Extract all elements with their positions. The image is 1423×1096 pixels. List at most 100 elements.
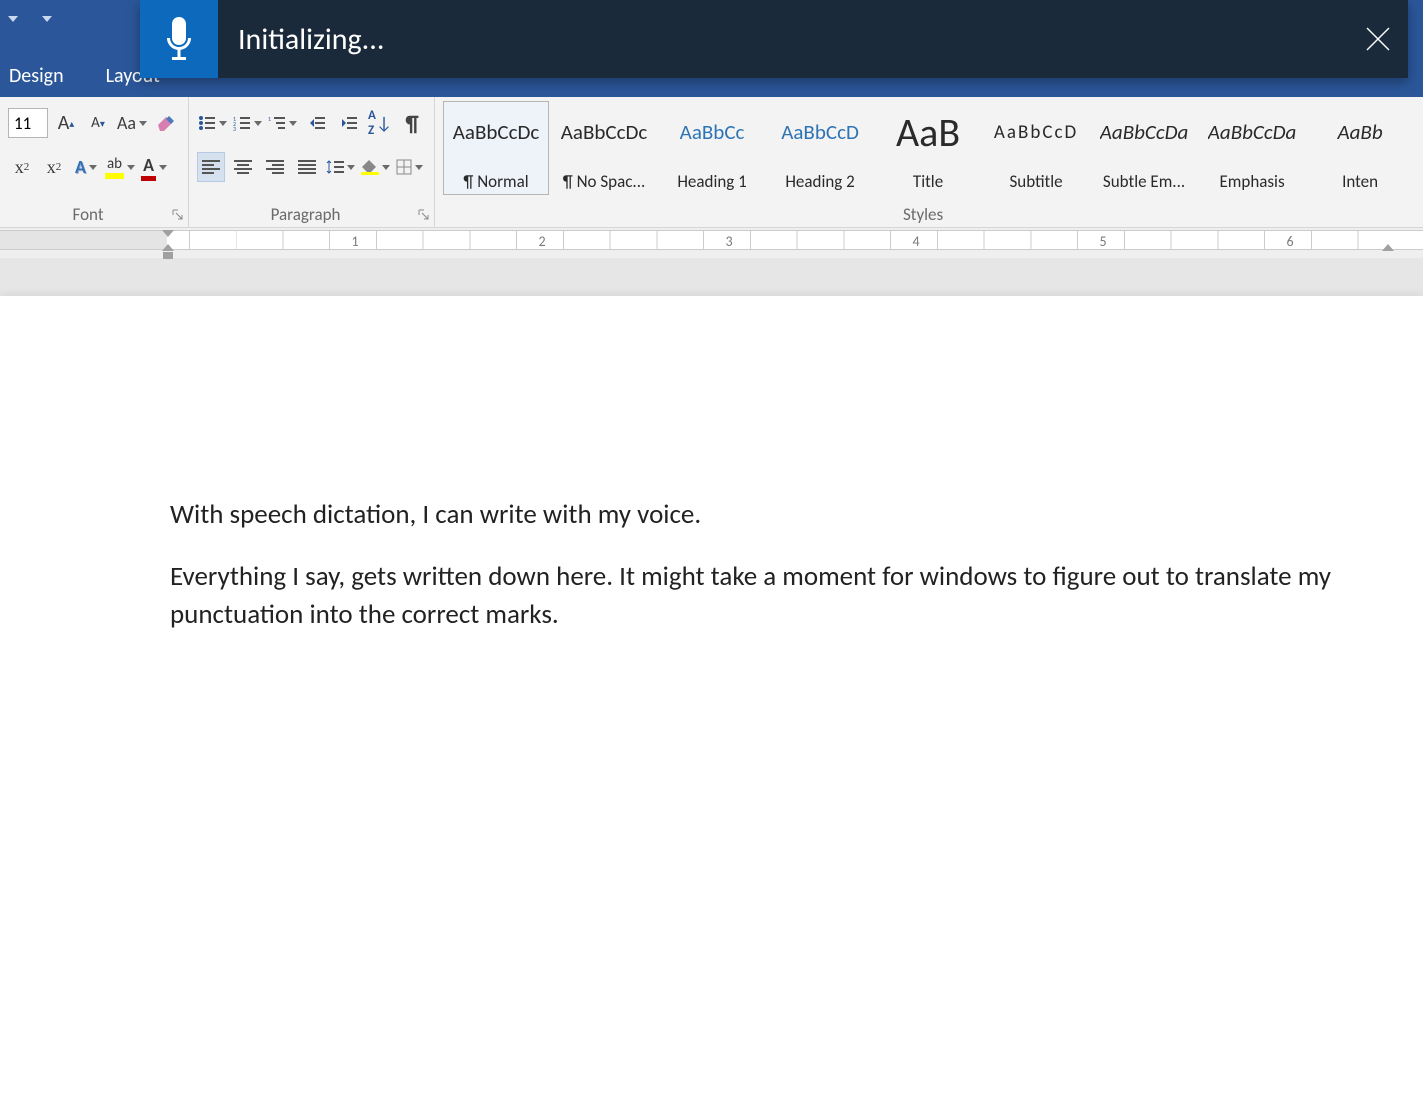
horizontal-ruler[interactable]: 123456 bbox=[0, 230, 1423, 250]
style-name-label: ¶ No Spac... bbox=[556, 171, 652, 192]
ruler-label-5: 5 bbox=[1099, 233, 1106, 250]
grow-font-button[interactable]: A▴ bbox=[52, 108, 80, 138]
style-name-label: Heading 2 bbox=[772, 171, 868, 192]
styles-gallery[interactable]: AaBbCcDc¶ NormalAaBbCcDc¶ No Spac...AaBb… bbox=[443, 101, 1415, 195]
font-group-label: Font bbox=[0, 204, 176, 225]
tab-design[interactable]: Design bbox=[5, 56, 68, 96]
subscript-button[interactable]: x2 bbox=[8, 152, 36, 182]
align-left-button[interactable] bbox=[197, 152, 225, 182]
superscript-button[interactable]: x2 bbox=[40, 152, 68, 182]
style-preview: AaB bbox=[896, 108, 960, 158]
left-indent-marker[interactable] bbox=[163, 252, 173, 259]
dictation-close-button[interactable] bbox=[1348, 0, 1408, 78]
multilevel-list-button[interactable]: 1 bbox=[267, 108, 298, 138]
ruler-label-4: 4 bbox=[912, 233, 919, 250]
sort-button[interactable]: AZ↓ bbox=[366, 108, 394, 138]
svg-text:3: 3 bbox=[233, 125, 236, 131]
align-right-button[interactable] bbox=[261, 152, 289, 182]
ruler-label-1: 1 bbox=[351, 233, 358, 250]
dictation-status-text: Initializing... bbox=[218, 21, 1348, 58]
align-center-button[interactable] bbox=[229, 152, 257, 182]
eraser-icon bbox=[155, 113, 177, 133]
style-item-heading-1[interactable]: AaBbCc Heading 1 bbox=[659, 101, 765, 195]
font-color-button[interactable]: A bbox=[140, 152, 168, 182]
font-size-value: 11 bbox=[14, 113, 31, 134]
style-name-label: ¶ Normal bbox=[448, 171, 544, 192]
ruler-area: 123456 bbox=[0, 228, 1423, 258]
shading-button[interactable] bbox=[360, 152, 391, 182]
svg-text:1: 1 bbox=[268, 115, 271, 123]
style-name-label: Inten bbox=[1312, 171, 1408, 192]
style-item--no-spac-[interactable]: AaBbCcDc ¶ No Spac... bbox=[551, 101, 657, 195]
page-1[interactable]: With speech dictation, I can write with … bbox=[0, 296, 1423, 1096]
style-preview: AaBbCcD bbox=[781, 108, 859, 158]
style-item-inten[interactable]: AaBb Inten bbox=[1307, 101, 1413, 195]
style-preview: AaBb bbox=[1337, 108, 1382, 158]
decrease-indent-button[interactable] bbox=[302, 108, 330, 138]
style-item-subtitle[interactable]: AaBbCcD Subtitle bbox=[983, 101, 1089, 195]
shrink-font-button[interactable]: A▾ bbox=[84, 108, 112, 138]
style-item-title[interactable]: AaB Title bbox=[875, 101, 981, 195]
ruler-left-margin bbox=[0, 231, 167, 249]
justify-icon bbox=[298, 160, 316, 174]
bullets-button[interactable] bbox=[197, 108, 228, 138]
paragraph-group-label: Paragraph bbox=[189, 204, 422, 225]
line-spacing-button[interactable] bbox=[325, 152, 356, 182]
font-size-input[interactable]: 11 bbox=[8, 108, 48, 138]
line-spacing-icon bbox=[326, 159, 344, 175]
borders-icon bbox=[396, 159, 412, 175]
borders-button[interactable] bbox=[395, 152, 424, 182]
align-center-icon bbox=[234, 160, 252, 174]
style-preview: AaBbCcDc bbox=[561, 108, 648, 158]
highlight-button[interactable]: ab bbox=[104, 152, 136, 182]
style-item-subtle-em-[interactable]: AaBbCcDa Subtle Em... bbox=[1091, 101, 1197, 195]
style-item--normal[interactable]: AaBbCcDc ¶ Normal bbox=[443, 101, 549, 195]
ruler-label-2: 2 bbox=[538, 233, 545, 250]
text-effects-button[interactable]: A bbox=[72, 152, 100, 182]
numbering-icon: 123 bbox=[233, 115, 251, 131]
change-case-button[interactable]: Aa bbox=[116, 108, 148, 138]
paragraph-2[interactable]: Everything I say, gets written down here… bbox=[170, 558, 1380, 634]
style-preview: AaBbCcD bbox=[994, 108, 1078, 158]
justify-button[interactable] bbox=[293, 152, 321, 182]
close-icon bbox=[1365, 26, 1391, 52]
increase-indent-button[interactable] bbox=[334, 108, 362, 138]
dictation-mic-button[interactable] bbox=[140, 0, 218, 78]
change-case-label: Aa bbox=[117, 112, 136, 134]
paragraph-dialog-launcher[interactable] bbox=[418, 209, 430, 221]
styles-group-label: Styles bbox=[435, 204, 1411, 225]
style-name-label: Subtitle bbox=[988, 171, 1084, 192]
dictation-bar: Initializing... bbox=[140, 0, 1408, 78]
align-left-icon bbox=[202, 160, 220, 174]
style-name-label: Subtle Em... bbox=[1096, 171, 1192, 192]
style-preview: AaBbCcDa bbox=[1100, 108, 1189, 158]
align-right-icon bbox=[266, 160, 284, 174]
font-dialog-launcher[interactable] bbox=[172, 209, 184, 221]
ribbon-group-font: 11 A▴ A▾ Aa x2 x2 A ab A Font bbox=[0, 97, 189, 227]
style-name-label: Emphasis bbox=[1204, 171, 1300, 192]
ruler-label-3: 3 bbox=[725, 233, 732, 250]
bullets-icon bbox=[198, 115, 216, 131]
multilevel-icon: 1 bbox=[268, 115, 286, 131]
hanging-indent-marker[interactable] bbox=[162, 244, 174, 251]
numbering-button[interactable]: 123 bbox=[232, 108, 263, 138]
ribbon-group-paragraph: 123 1 AZ↓ ¶ Paragraph bbox=[189, 97, 435, 227]
style-preview: AaBbCcDa bbox=[1208, 108, 1297, 158]
microphone-icon bbox=[163, 17, 195, 61]
ribbon-group-styles: AaBbCcDc¶ NormalAaBbCcDc¶ No Spac...AaBb… bbox=[435, 97, 1423, 227]
show-pilcrow-button[interactable]: ¶ bbox=[398, 108, 426, 138]
style-preview: AaBbCc bbox=[680, 108, 745, 158]
paragraph-1[interactable]: With speech dictation, I can write with … bbox=[170, 496, 1380, 534]
first-line-indent-marker[interactable] bbox=[162, 230, 174, 237]
style-preview: AaBbCcDc bbox=[453, 108, 540, 158]
style-name-label: Heading 1 bbox=[664, 171, 760, 192]
quick-access-toolbar bbox=[0, 16, 52, 22]
clear-formatting-button[interactable] bbox=[152, 108, 180, 138]
right-indent-marker[interactable] bbox=[1382, 244, 1394, 251]
qat-dropdown-1[interactable] bbox=[8, 16, 18, 22]
qat-dropdown-2[interactable] bbox=[42, 16, 52, 22]
style-item-emphasis[interactable]: AaBbCcDa Emphasis bbox=[1199, 101, 1305, 195]
style-name-label: Title bbox=[880, 171, 976, 192]
ribbon: 11 A▴ A▾ Aa x2 x2 A ab A Font 123 1 bbox=[0, 97, 1423, 228]
style-item-heading-2[interactable]: AaBbCcD Heading 2 bbox=[767, 101, 873, 195]
